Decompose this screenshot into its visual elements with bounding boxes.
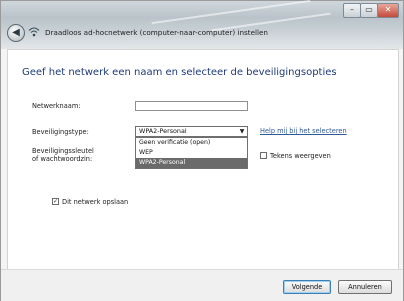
- chevron-down-icon[interactable]: ▼: [237, 127, 247, 136]
- security-option-wpa2[interactable]: WPA2-Personal: [136, 158, 247, 168]
- checkmark-icon: ✓: [53, 198, 59, 205]
- close-button[interactable]: ✕: [377, 3, 399, 18]
- page-heading: Geef het netwerk een naam en selecteer d…: [22, 67, 337, 78]
- back-arrow-icon: ◀: [12, 27, 20, 38]
- help-select-link[interactable]: Help mij bij het selecteren: [260, 127, 347, 135]
- title-bar: – ▭ ✕ ◀ Draadloos ad-hocnetwerk (compute…: [1, 0, 403, 49]
- back-button[interactable]: ◀: [7, 24, 25, 42]
- wireless-network-icon: [28, 26, 40, 38]
- show-chars-label: Tekens weergeven: [270, 152, 331, 160]
- save-network-checkbox[interactable]: ✓: [52, 198, 59, 205]
- security-option-wep[interactable]: WEP: [136, 148, 247, 158]
- security-key-label-line1: Beveiligingssleutel: [32, 147, 94, 155]
- save-network-label: Dit netwerk opslaan: [62, 198, 129, 206]
- minimize-button[interactable]: –: [343, 3, 361, 18]
- security-key-label-line2: of wachtwoordzin:: [32, 155, 93, 163]
- wizard-window: – ▭ ✕ ◀ Draadloos ad-hocnetwerk (compute…: [0, 0, 404, 301]
- security-type-value: WPA2-Personal: [139, 127, 187, 135]
- cancel-button[interactable]: Annuleren: [338, 280, 392, 294]
- security-type-dropdown-list: Geen verificatie (open) WEP WPA2-Persona…: [135, 137, 248, 169]
- show-chars-checkbox[interactable]: [260, 152, 267, 159]
- maximize-button[interactable]: ▭: [360, 3, 378, 18]
- security-type-label: Beveiligingstype:: [32, 128, 89, 136]
- network-name-input[interactable]: [135, 101, 248, 111]
- security-option-open[interactable]: Geen verificatie (open): [136, 138, 247, 148]
- next-button[interactable]: Volgende: [283, 280, 331, 294]
- wizard-title: Draadloos ad-hocnetwerk (computer-naar-c…: [45, 28, 268, 37]
- security-type-select[interactable]: WPA2-Personal ▼: [135, 126, 248, 137]
- network-name-label: Netwerknaam:: [32, 102, 81, 110]
